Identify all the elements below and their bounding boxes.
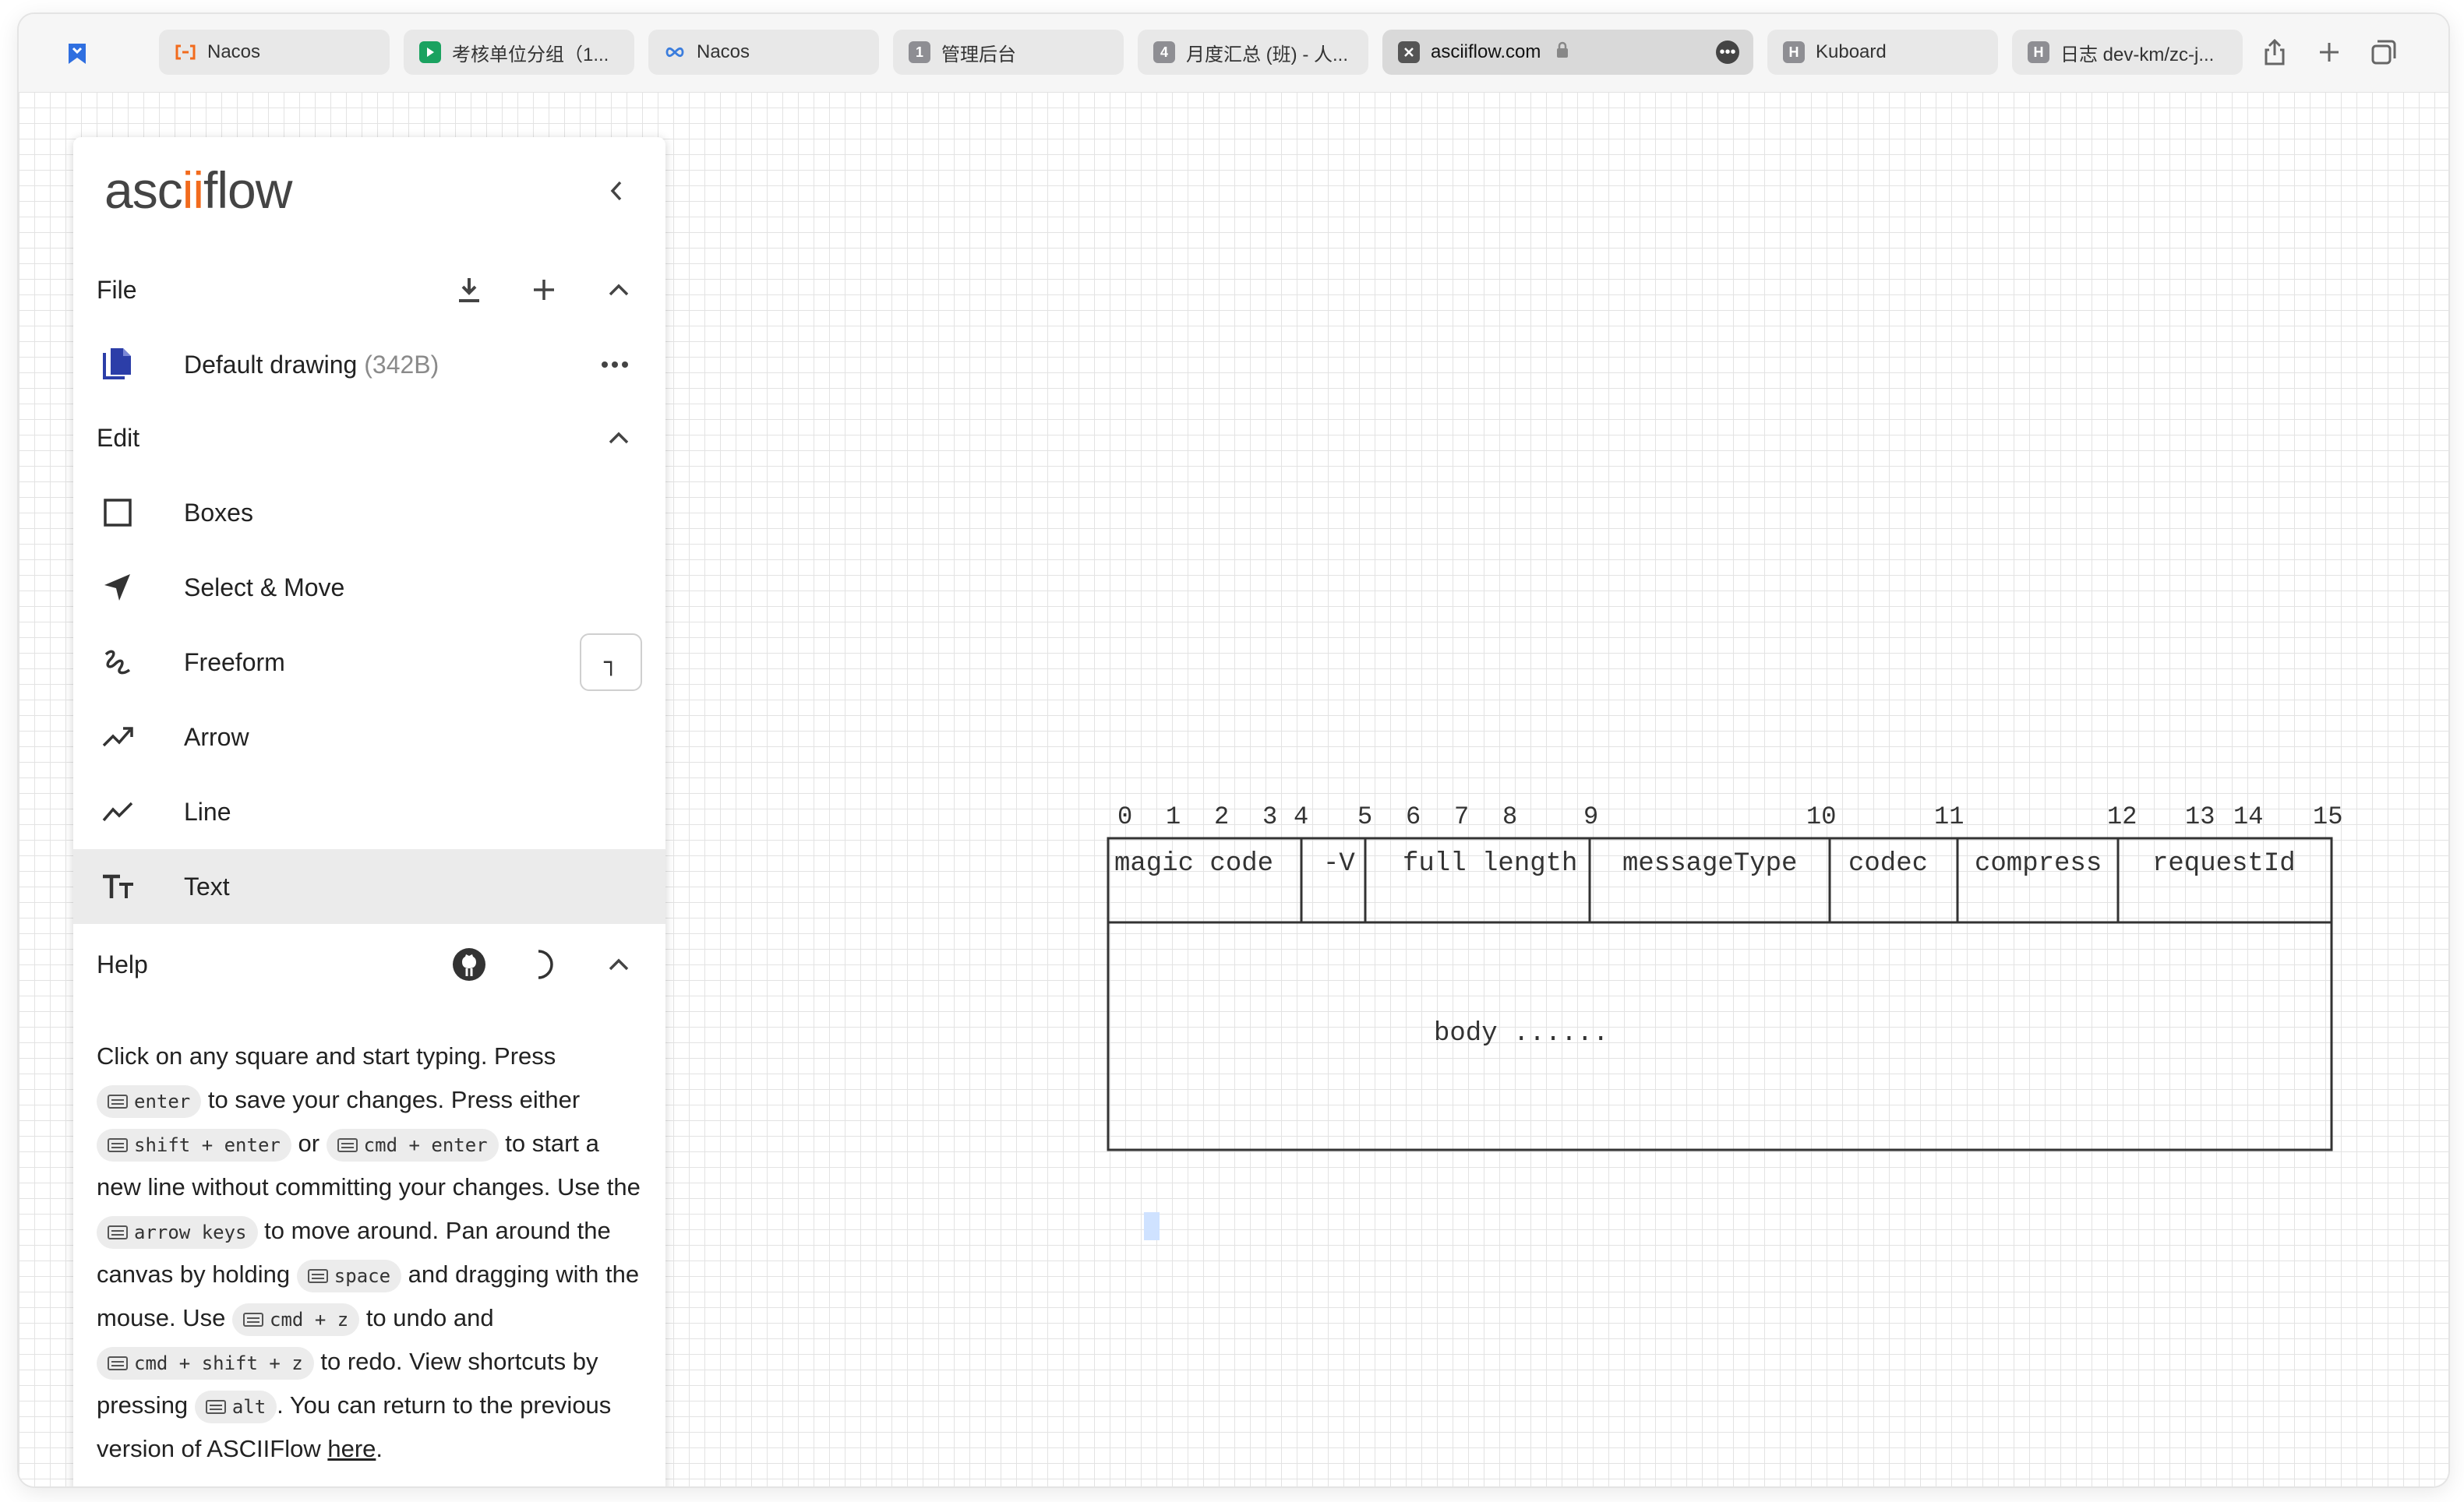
chevron-up-icon[interactable] (595, 266, 642, 313)
drawing-name: Default drawing (342B) (184, 350, 439, 379)
file-section-title: File (97, 275, 137, 304)
squiggle-icon (97, 641, 139, 683)
chevron-up-icon[interactable] (595, 941, 642, 988)
kbd-alt: alt (194, 1390, 277, 1423)
cursor-arrow-icon (97, 566, 139, 608)
control-panel: asciiflow File Default drawing (342B) Ed… (73, 137, 665, 1486)
tool-arrow[interactable]: Arrow (73, 700, 665, 774)
browser-window: Nacos 考核单位分组（1... Nacos 1 管理后台 4 月度汇总 (班… (19, 14, 2448, 1486)
trend-arrow-icon (97, 716, 139, 758)
tool-text[interactable]: Text (73, 849, 665, 924)
chevron-left-icon[interactable] (598, 173, 634, 209)
page-menu-icon[interactable]: ••• (1716, 41, 1739, 64)
edit-section-header: Edit (97, 414, 642, 461)
sidebar-toggle-icon[interactable] (59, 36, 95, 72)
kbd-space: space (296, 1259, 402, 1292)
close-x-icon (1398, 41, 1420, 63)
keyboard-icon (108, 1356, 128, 1370)
keyboard-icon (108, 1094, 128, 1109)
legacy-version-link[interactable]: here (327, 1435, 376, 1462)
tab-label: Nacos (697, 41, 750, 62)
share-icon[interactable] (2257, 34, 2293, 70)
tool-select-move[interactable]: Select & Move (73, 550, 665, 625)
file-section-header: File (97, 266, 642, 313)
keyboard-icon (243, 1312, 264, 1327)
keyboard-icon (108, 1137, 128, 1152)
tab-label: 日志 dev-km/zc-j... (2060, 44, 2215, 65)
tab-log[interactable]: H 日志 dev-km/zc-j... (2012, 30, 2243, 75)
nacos-icon (175, 41, 196, 63)
favicon-letter: 4 (1153, 41, 1175, 63)
tool-label: Boxes (184, 498, 253, 527)
files-icon (97, 344, 139, 386)
lock-icon (1556, 41, 1569, 64)
tab-admin[interactable]: 1 管理后台 (893, 30, 1124, 75)
tab-label: Nacos (207, 41, 261, 62)
play-icon (419, 41, 441, 63)
tool-label: Select & Move (184, 573, 345, 601)
dark-mode-icon[interactable] (521, 941, 567, 988)
drawing-size: (342B) (364, 350, 439, 379)
tab-label: asciiflow.com (1431, 41, 1541, 62)
edit-section-title: Edit (97, 423, 140, 452)
tab-kuboard[interactable]: H Kuboard (1767, 30, 1998, 75)
text-icon (97, 866, 139, 908)
tab-nacos-1[interactable]: Nacos (159, 30, 390, 75)
tab-overview-icon[interactable] (2366, 34, 2402, 70)
tab-monthly-summary[interactable]: 4 月度汇总 (班) - 人... (1138, 30, 1368, 75)
help-section-title: Help (97, 950, 148, 978)
help-section-header: Help (97, 941, 642, 988)
tab-asciiflow[interactable]: asciiflow.com ••• (1382, 30, 1753, 75)
tab-label: 管理后台 (941, 44, 1016, 65)
favicon-letter: H (1783, 41, 1805, 63)
kbd-cmd-enter: cmd + enter (326, 1128, 499, 1162)
tool-line[interactable]: Line (73, 774, 665, 849)
tab-assessment-group[interactable]: 考核单位分组（1... (404, 30, 634, 75)
drawing-item[interactable]: Default drawing (342B) (73, 327, 665, 402)
tool-boxes[interactable]: Boxes (73, 475, 665, 550)
trend-line-icon (97, 791, 139, 833)
asciiflow-logo: asciiflow (104, 161, 292, 219)
square-icon (97, 492, 139, 534)
keyboard-icon (108, 1225, 128, 1239)
download-icon[interactable] (446, 266, 492, 313)
kbd-redo: cmd + shift + z (97, 1346, 314, 1380)
kbd-enter: enter (97, 1084, 202, 1118)
new-drawing-icon[interactable] (521, 266, 567, 313)
tab-label: Kuboard (1816, 41, 1887, 62)
favicon-letter: 1 (909, 41, 930, 63)
tool-label: Arrow (184, 722, 249, 751)
tab-bar: Nacos 考核单位分组（1... Nacos 1 管理后台 4 月度汇总 (班… (19, 14, 2448, 92)
tab-nacos-2[interactable]: Nacos (648, 30, 879, 75)
tab-label: 考核单位分组（1... (452, 44, 609, 65)
tool-label: Freeform (184, 647, 285, 676)
github-icon[interactable] (446, 941, 492, 988)
more-options-icon[interactable] (595, 345, 634, 384)
favicon-letter: H (2028, 41, 2049, 63)
tool-freeform[interactable]: Freeform ┐ (73, 625, 665, 700)
infinity-icon (664, 41, 686, 63)
chevron-up-icon[interactable] (595, 414, 642, 461)
keyboard-icon (337, 1137, 358, 1152)
kbd-undo: cmd + z (232, 1303, 360, 1336)
keyboard-icon (307, 1268, 328, 1283)
tool-label: Line (184, 797, 231, 826)
tool-label: Text (184, 872, 230, 901)
freeform-char-button[interactable]: ┐ (580, 633, 642, 691)
kbd-arrow-keys: arrow keys (97, 1215, 258, 1249)
kbd-shift-enter: shift + enter (97, 1128, 291, 1162)
keyboard-icon (205, 1399, 226, 1414)
new-tab-icon[interactable] (2311, 34, 2347, 70)
tab-label: 月度汇总 (班) - 人... (1186, 44, 1348, 65)
help-text: Click on any square and start typing. Pr… (97, 1042, 641, 1462)
